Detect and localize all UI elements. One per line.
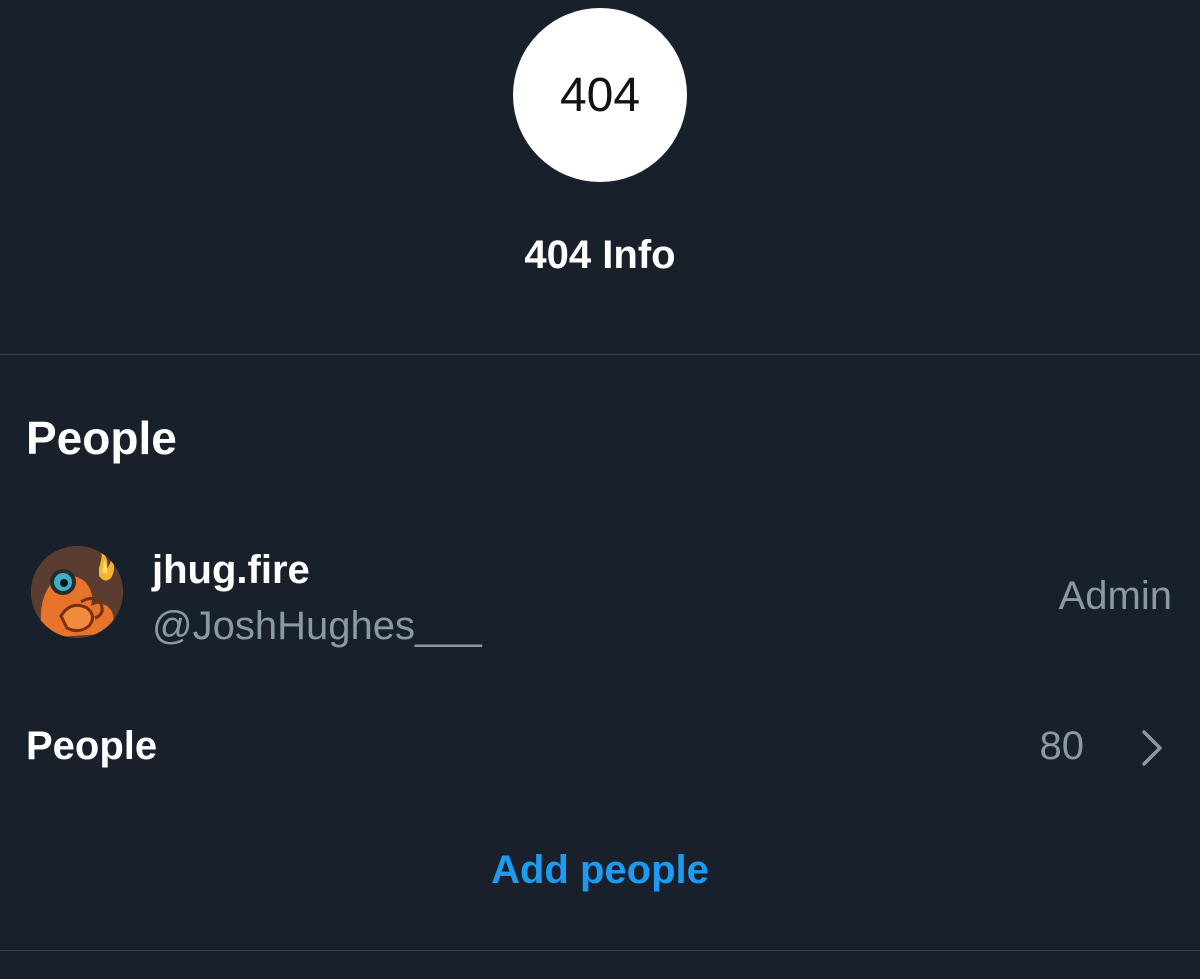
- people-list-label: People: [26, 724, 158, 768]
- add-people-button[interactable]: Add people: [491, 848, 709, 892]
- member-role-badge: Admin: [1058, 574, 1172, 618]
- group-name: 404 Info: [524, 233, 676, 277]
- add-people-row: Add people: [0, 842, 1200, 898]
- people-section-heading: People: [26, 412, 177, 464]
- people-count: 80: [1039, 724, 1085, 768]
- chevron-right-icon: [1142, 730, 1162, 766]
- people-list-link[interactable]: People 80: [0, 712, 1200, 782]
- divider: [0, 950, 1200, 951]
- member-handle: @JoshHughes___: [152, 604, 482, 648]
- group-avatar: 404: [513, 8, 687, 182]
- member-display-name: jhug.fire: [152, 548, 310, 592]
- group-avatar-text: 404: [559, 68, 641, 122]
- divider: [0, 354, 1200, 355]
- avatar[interactable]: [31, 546, 123, 638]
- group-info-page: 404 404 Info People jhug.fire @JoshHughe…: [0, 0, 1200, 979]
- member-row[interactable]: jhug.fire @JoshHughes___ Admin: [0, 538, 1200, 658]
